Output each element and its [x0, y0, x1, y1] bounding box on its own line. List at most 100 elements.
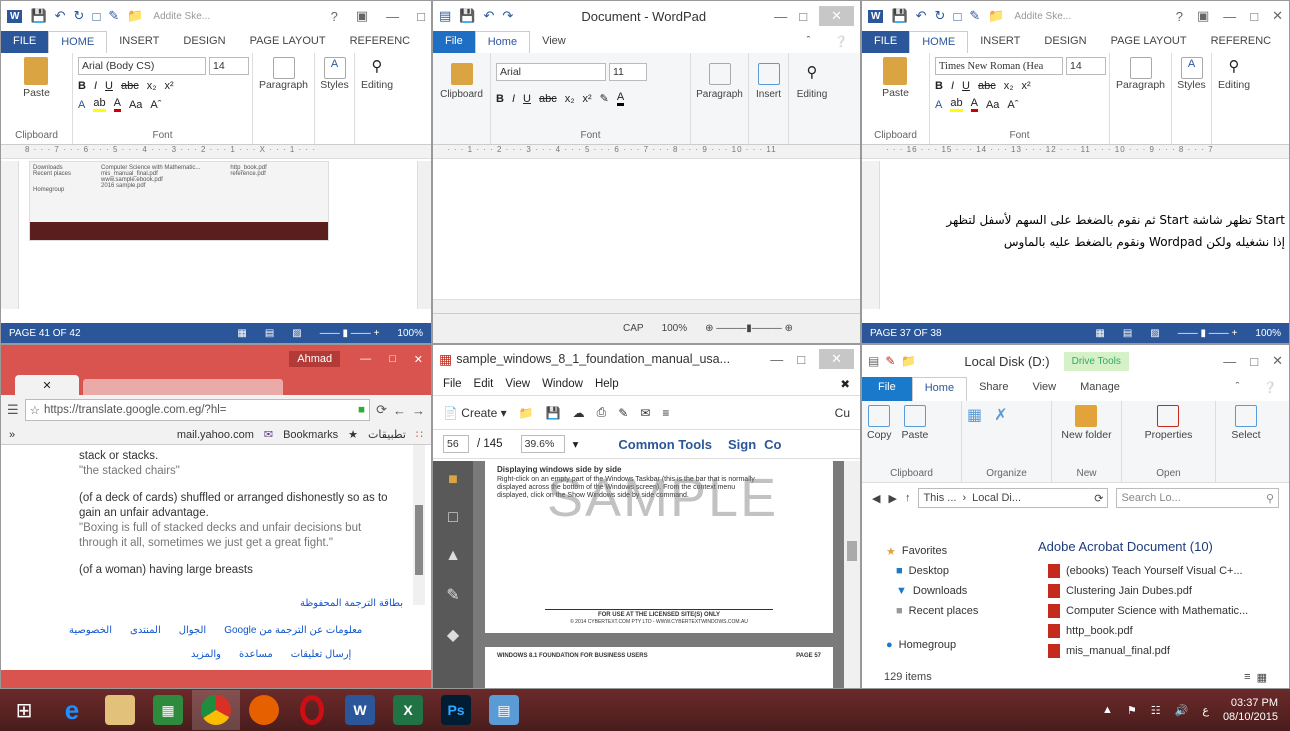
zoom-level[interactable]: 100%	[662, 323, 688, 334]
save-icon[interactable]: 💾	[459, 8, 475, 24]
copy-button[interactable]: Copy	[867, 405, 892, 441]
help-icon[interactable]: ❔	[822, 31, 860, 53]
move-to-button[interactable]: ▦	[967, 405, 982, 425]
tab-insert[interactable]: INSERT	[968, 31, 1032, 53]
start-button[interactable]: ⊞	[0, 690, 48, 730]
create-button[interactable]: 📄 Create ▾	[443, 406, 507, 420]
taskbar-opera[interactable]	[288, 690, 336, 730]
volume-icon[interactable]: 🔊	[1175, 704, 1189, 717]
text-effects-icon[interactable]: A	[935, 99, 942, 111]
show-hidden-icons[interactable]: ▲	[1102, 704, 1113, 716]
document-area[interactable]	[433, 161, 860, 299]
nav-recent-places[interactable]: ■ Recent places	[886, 601, 1022, 621]
forward-icon[interactable]: →	[412, 403, 425, 418]
taskbar-firefox[interactable]	[240, 690, 288, 730]
collapse-ribbon-icon[interactable]: ˆ	[1224, 377, 1252, 401]
paragraph-group[interactable]: Paragraph	[253, 53, 315, 144]
text-effects-icon[interactable]: A	[78, 99, 85, 111]
open-icon[interactable]: 📁	[519, 406, 534, 420]
star-icon[interactable]: ☆	[30, 403, 40, 417]
tab-references[interactable]: REFERENC	[1199, 31, 1284, 53]
bookmarks-overflow[interactable]: »	[9, 429, 15, 441]
bold-button[interactable]: B	[496, 93, 504, 105]
language-icon[interactable]: ع	[1202, 704, 1209, 717]
signature-icon[interactable]: ✎	[446, 585, 459, 605]
insert-group[interactable]: Insert	[749, 53, 789, 144]
print-layout-icon[interactable]: ▤	[265, 328, 274, 339]
maximize-button[interactable]: □	[799, 9, 807, 24]
zoom-slider[interactable]: ⊕ ———▮——— ⊕	[705, 323, 793, 334]
font-size-select[interactable]: 14	[209, 57, 249, 75]
subscript-button[interactable]: x₂	[1004, 80, 1014, 92]
zoom-input[interactable]: 39.6%	[520, 435, 565, 453]
address-bar[interactable]: This ... › Local Di... ⟳	[918, 488, 1109, 508]
superscript-button[interactable]: x²	[165, 80, 174, 92]
ribbon-display-icon[interactable]: ▣	[1197, 8, 1209, 24]
new-doc-icon[interactable]: □	[953, 9, 961, 24]
maximize-button[interactable]: □	[417, 9, 425, 24]
pages-icon[interactable]: □	[448, 509, 458, 527]
taskbar-wordpad[interactable]: ▤	[480, 690, 528, 730]
zoom-slider[interactable]: —— ▮ —— +	[320, 328, 380, 339]
italic-button[interactable]: I	[94, 80, 97, 92]
group-header[interactable]: Adobe Acrobat Document (10)	[1038, 539, 1271, 561]
ribbon-display-icon[interactable]: ▣	[356, 8, 368, 24]
page-count[interactable]: PAGE 41 OF 42	[9, 328, 81, 339]
undo-icon[interactable]: ↶	[483, 8, 494, 24]
save-icon[interactable]: 💾	[546, 406, 561, 420]
document-view[interactable]: Displaying windows side by side Right-cl…	[473, 461, 846, 688]
taskbar-explorer[interactable]	[96, 690, 144, 730]
taskbar-excel[interactable]: X	[384, 690, 432, 730]
saved-translations-link[interactable]: بطاقة الترجمة المحفوظة	[79, 596, 403, 611]
email-icon[interactable]: ✉	[640, 406, 650, 420]
styles-group[interactable]: A Styles	[1172, 53, 1212, 144]
customize-label[interactable]: Cu	[835, 406, 850, 420]
close-button[interactable]: ✕	[1272, 353, 1283, 369]
font-size-select[interactable]: 14	[1066, 57, 1106, 75]
save-icon[interactable]: 💾	[891, 8, 907, 24]
back-icon[interactable]: ◀	[872, 492, 880, 505]
taskbar-store[interactable]: ▦	[144, 690, 192, 730]
delete-button[interactable]: ✗	[994, 405, 1007, 425]
redo-icon[interactable]: ↻	[935, 8, 946, 24]
subscript-button[interactable]: x₂	[565, 93, 575, 105]
strikethrough-button[interactable]: abc	[121, 80, 139, 92]
horizontal-scrollbar[interactable]	[433, 299, 860, 313]
list-item[interactable]: mis_manual_final.pdf	[1038, 641, 1271, 661]
zoom-dropdown-icon[interactable]: ▾	[573, 437, 579, 451]
tab-view[interactable]: View	[1020, 377, 1068, 401]
maximize-button[interactable]: □	[1250, 354, 1258, 369]
web-layout-icon[interactable]: ▨	[1150, 328, 1159, 339]
paste-button[interactable]: Paste	[882, 57, 909, 99]
tab-page-layout[interactable]: PAGE LAYOUT	[1099, 31, 1199, 53]
refresh-icon[interactable]: ⟳	[1094, 492, 1103, 505]
tab-home[interactable]: Home	[911, 377, 968, 401]
grow-font-icon[interactable]: Aˆ	[150, 99, 161, 111]
editing-group[interactable]: ⚲ Editing	[1212, 53, 1256, 144]
common-tools-button[interactable]: Common Tools	[618, 437, 712, 452]
read-mode-icon[interactable]: ▦	[237, 328, 246, 339]
search-box[interactable]: Search Lo... ⚲	[1116, 488, 1279, 508]
read-mode-icon[interactable]: ▦	[1095, 328, 1104, 339]
menu-file[interactable]: File	[443, 378, 462, 390]
minimize-button[interactable]: —	[770, 352, 783, 367]
italic-button[interactable]: I	[951, 80, 954, 92]
maximize-button[interactable]: □	[1250, 9, 1258, 24]
web-layout-icon[interactable]: ▨	[292, 328, 301, 339]
sign-button[interactable]: Sign	[728, 437, 756, 452]
tab-references[interactable]: REFERENC	[338, 31, 423, 53]
properties-button[interactable]: Properties	[1145, 405, 1192, 441]
font-color-icon[interactable]: A	[616, 91, 625, 106]
reload-icon[interactable]: ⟳	[376, 402, 387, 418]
save-icon[interactable]: 💾	[30, 8, 46, 24]
change-case-icon[interactable]: Aa	[986, 99, 999, 111]
maximize-button[interactable]: □	[389, 353, 396, 365]
subscript-button[interactable]: x₂	[147, 80, 157, 92]
comment-button[interactable]: Co	[764, 437, 781, 452]
nav-downloads[interactable]: ▼ Downloads	[886, 581, 1022, 601]
lock-icon[interactable]: ■	[448, 471, 458, 489]
nav-favorites[interactable]: ★ Favorites	[886, 541, 1022, 561]
font-color-icon[interactable]: A	[113, 97, 121, 112]
taskbar-word[interactable]: W	[336, 690, 384, 730]
draw-icon[interactable]: ✎	[108, 8, 119, 24]
